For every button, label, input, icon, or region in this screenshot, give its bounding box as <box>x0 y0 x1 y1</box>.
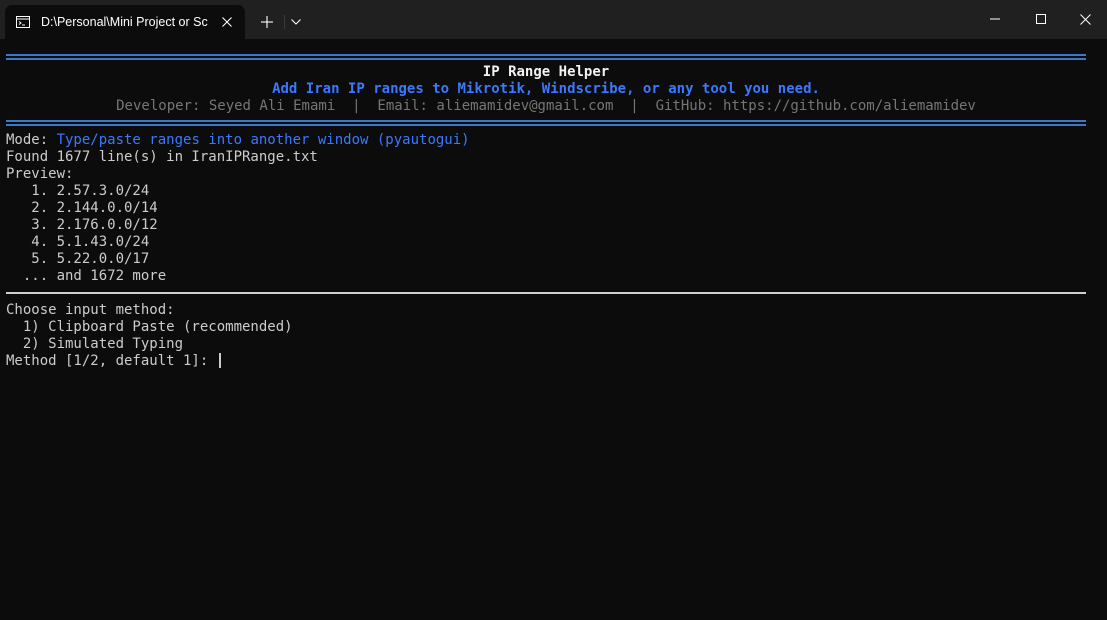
preview-item: 4. 5.1.43.0/24 <box>6 234 150 250</box>
method-heading: Choose input method: <box>6 302 175 318</box>
terminal-window: D:\Personal\Mini Project or Sc IP Range … <box>0 0 1107 620</box>
close-icon <box>222 17 232 27</box>
method-prompt: Method [1/2, default 1]: <box>6 353 217 369</box>
text-cursor <box>218 353 221 368</box>
method-option: 1) Clipboard Paste (recommended) <box>6 319 293 335</box>
preview-label: Preview: <box>6 166 74 182</box>
terminal-icon <box>16 16 30 28</box>
maximize-button[interactable] <box>1018 0 1064 38</box>
preview-item: 1. 2.57.3.0/24 <box>6 183 150 199</box>
banner-rule-bottom <box>6 120 1086 126</box>
section-divider <box>6 292 1086 294</box>
minimize-icon <box>990 18 1000 20</box>
terminal-output[interactable]: IP Range Helper Add Iran IP ranges to Mi… <box>0 39 1107 620</box>
tab-close-button[interactable] <box>217 12 237 32</box>
method-prompt-line[interactable]: Method [1/2, default 1]: <box>6 353 221 370</box>
preview-item: 3. 2.176.0.0/12 <box>6 217 158 233</box>
banner-credits: Developer: Seyed Ali Emami | Email: alie… <box>116 98 976 114</box>
plus-icon <box>261 16 273 28</box>
banner-title: IP Range Helper <box>482 64 610 80</box>
preview-item: 2. 2.144.0.0/14 <box>6 200 158 216</box>
preview-item: 5. 5.22.0.0/17 <box>6 251 150 267</box>
mode-value: Type/paste ranges into another window (p… <box>56 132 470 148</box>
mode-line: Mode: Type/paste ranges into another win… <box>6 132 470 149</box>
tab-dropdown-button[interactable] <box>284 9 308 35</box>
terminal-tab[interactable]: D:\Personal\Mini Project or Sc <box>5 5 245 39</box>
tab-title: D:\Personal\Mini Project or Sc <box>41 15 208 29</box>
close-icon <box>1080 13 1091 25</box>
minimize-button[interactable] <box>972 0 1018 38</box>
maximize-icon <box>1036 14 1046 24</box>
found-line: Found 1677 line(s) in IranIPRange.txt <box>6 149 318 165</box>
close-window-button[interactable] <box>1064 0 1107 38</box>
mode-label: Mode: <box>6 132 57 148</box>
new-tab-button[interactable] <box>253 9 281 35</box>
chevron-down-icon <box>291 19 301 25</box>
preview-more: ... and 1672 more <box>6 268 167 284</box>
title-bar: D:\Personal\Mini Project or Sc <box>0 0 1107 39</box>
method-option: 2) Simulated Typing <box>6 336 184 352</box>
banner-rule-top <box>6 54 1086 60</box>
banner-subtitle: Add Iran IP ranges to Mikrotik, Windscri… <box>272 81 820 97</box>
